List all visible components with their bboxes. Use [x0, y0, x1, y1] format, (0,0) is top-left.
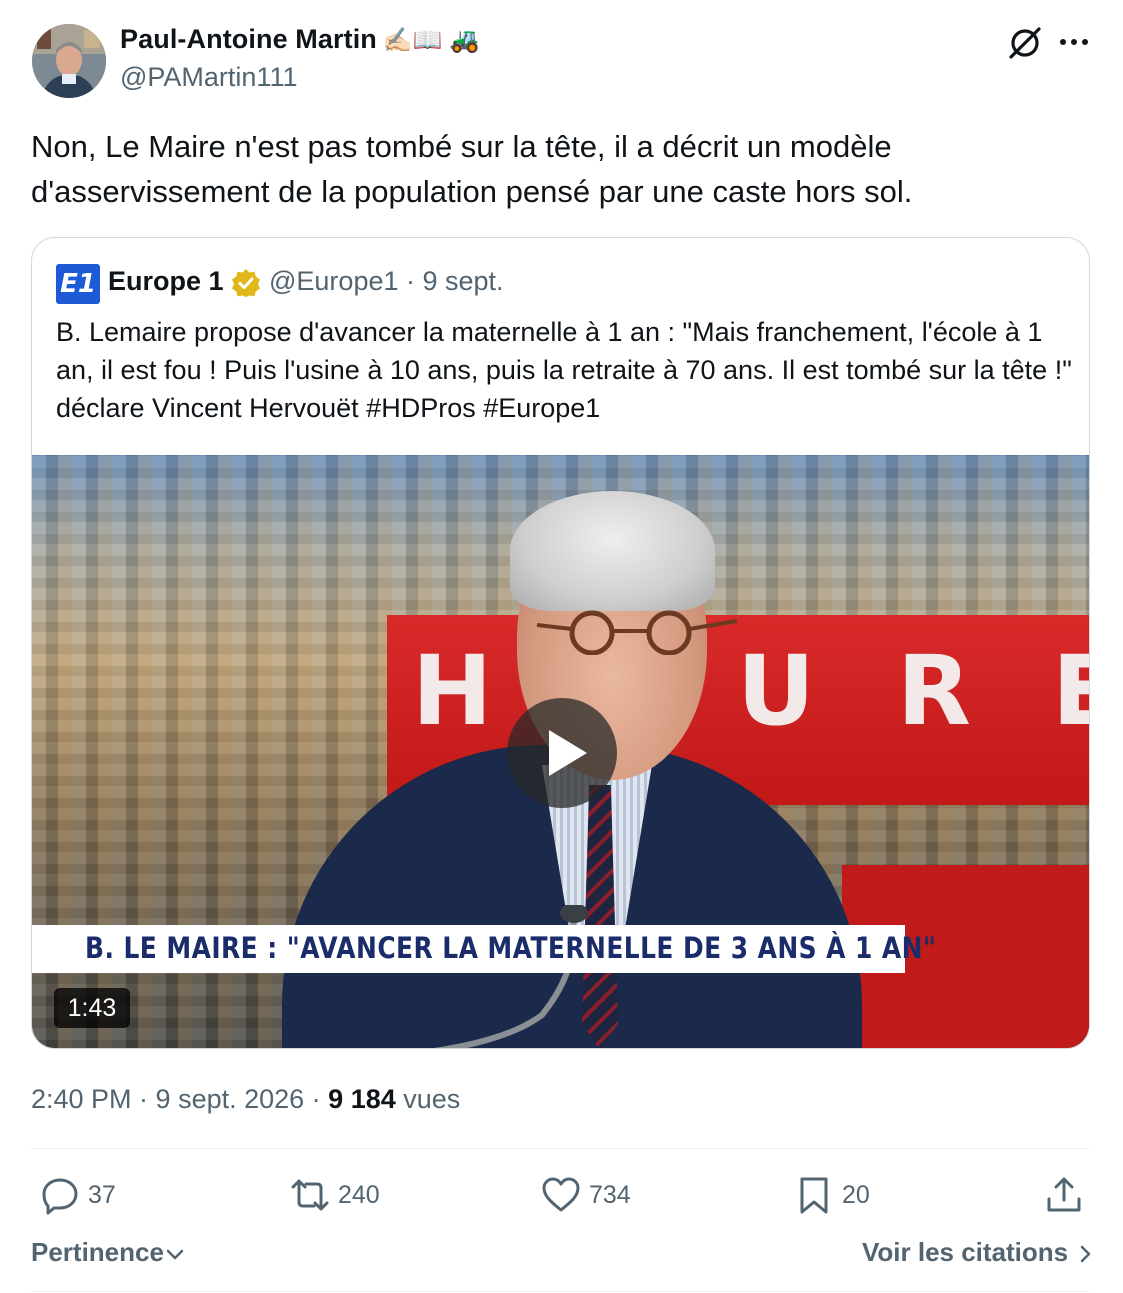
author-handle[interactable]: @PAMartin111 — [120, 62, 297, 93]
repost-count: 240 — [338, 1180, 380, 1209]
sort-label: Pertinence — [31, 1237, 164, 1267]
reply-icon — [42, 1178, 78, 1215]
grok-icon[interactable] — [1006, 24, 1044, 62]
banner-letter: U — [737, 635, 815, 747]
reply-button[interactable]: 37 — [40, 1172, 116, 1218]
europe1-logo: E1 — [56, 264, 100, 304]
tweet-time: 2:40 PM · 9 sept. 2026 · — [31, 1084, 329, 1114]
verified-badge-icon — [231, 268, 261, 298]
repost-icon — [291, 1179, 329, 1211]
video-person-hair — [510, 491, 715, 611]
more-options-icon[interactable] — [1056, 26, 1092, 58]
banner-letter: E — [1052, 635, 1089, 747]
lower-third-text: B. LE MAIRE : "AVANCER LA MATERNELLE DE … — [85, 931, 937, 965]
reply-count: 37 — [88, 1180, 116, 1209]
share-button[interactable] — [1044, 1172, 1092, 1218]
author-name[interactable]: Paul-Antoine Martin ✍🏻📖 🚜 — [120, 24, 480, 55]
citations-label: Voir les citations — [862, 1237, 1069, 1267]
repost-button[interactable]: 240 — [290, 1172, 380, 1218]
banner-letter: H — [412, 635, 493, 747]
avatar-image — [32, 24, 106, 98]
video-lower-third: B. LE MAIRE : "AVANCER LA MATERNELLE DE … — [32, 925, 936, 973]
divider — [31, 1148, 1091, 1149]
share-icon — [1047, 1177, 1081, 1212]
bookmark-count: 20 — [842, 1180, 870, 1209]
like-count: 734 — [589, 1180, 631, 1209]
bookmark-button[interactable]: 20 — [794, 1172, 870, 1218]
banner-letter: R — [897, 635, 971, 747]
quoted-author-name[interactable]: Europe 1 — [108, 266, 224, 297]
tweet-timestamp: 2:40 PM · 9 sept. 2026 · 9 184 vues — [31, 1084, 460, 1115]
author-name-emojis: ✍🏻📖 🚜 — [382, 27, 480, 54]
chevron-right-icon — [1081, 1245, 1091, 1263]
quoted-text: B. Lemaire propose d'avancer la maternel… — [56, 317, 1072, 423]
video-player[interactable]: H U R E B. LE MAIRE : "AVANCER — [32, 455, 1089, 1048]
video-duration: 1:43 — [54, 988, 130, 1028]
divider — [31, 1291, 1091, 1292]
video-person-glasses — [536, 605, 738, 656]
tweet-text: Non, Le Maire n'est pas tombé sur la têt… — [31, 129, 913, 209]
views-count: 9 184 — [328, 1084, 396, 1114]
play-button[interactable] — [507, 698, 617, 808]
play-icon — [549, 730, 587, 776]
heart-icon — [542, 1177, 580, 1212]
chevron-down-icon — [166, 1249, 184, 1260]
avatar[interactable] — [32, 24, 106, 98]
sort-dropdown[interactable]: Pertinence — [31, 1237, 186, 1268]
author-name-text: Paul-Antoine Martin — [120, 24, 377, 54]
quoted-meta: @Europe1 · 9 sept. — [269, 266, 504, 296]
like-button[interactable]: 734 — [541, 1172, 631, 1218]
view-citations-link[interactable]: Voir les citations — [862, 1237, 1095, 1268]
quoted-tweet[interactable]: E1 Europe 1 @Europe1 · 9 sept. B. Lemair… — [31, 237, 1090, 1049]
bookmark-icon — [800, 1177, 828, 1214]
views-label: vues — [395, 1084, 461, 1114]
